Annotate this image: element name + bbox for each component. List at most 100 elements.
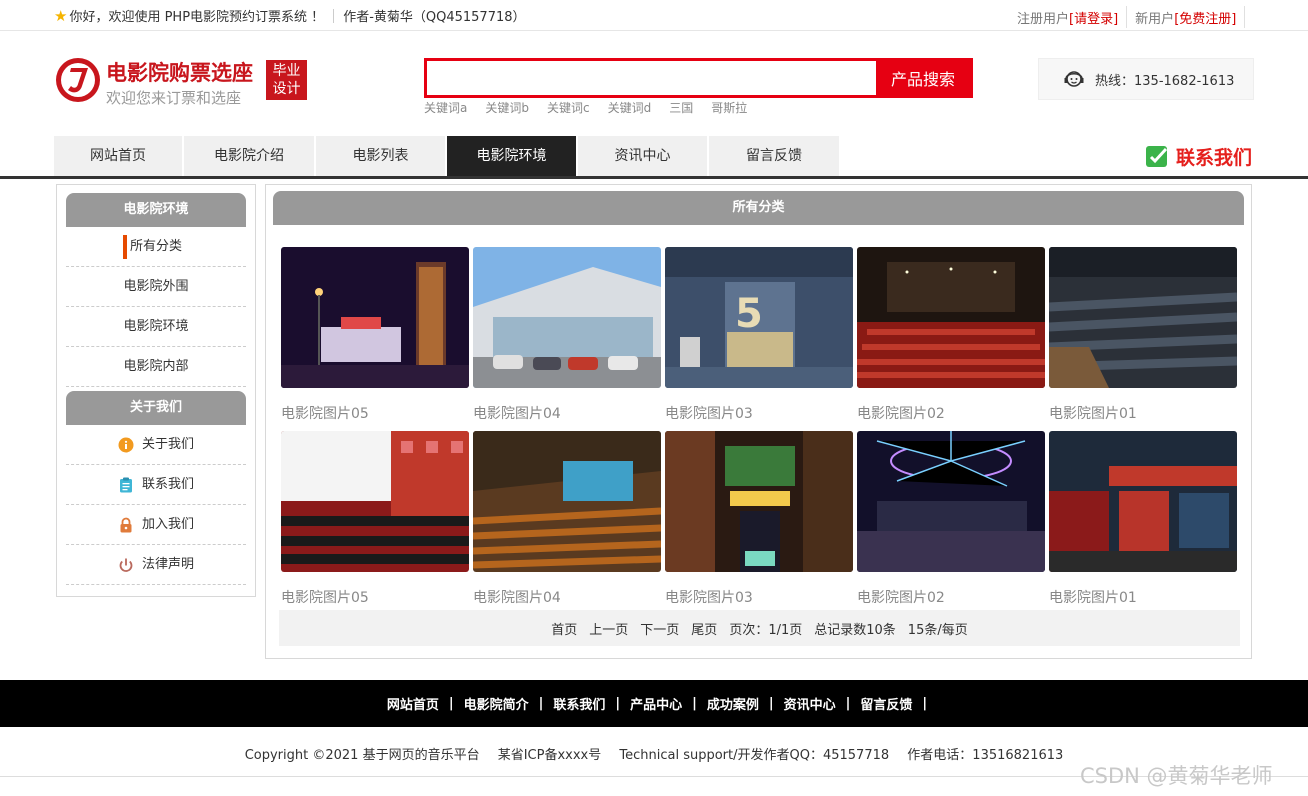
gallery-card[interactable]: 电影院图片01 [1049, 431, 1237, 607]
gallery-card[interactable]: 5 电影院图片03 [665, 247, 853, 423]
svg-text:5: 5 [735, 291, 763, 337]
keyword-link[interactable]: 关键词d [608, 99, 652, 116]
footer-link-home[interactable]: 网站首页 [387, 694, 439, 713]
search-box: 产品搜索 [424, 58, 973, 98]
lock-icon [120, 517, 132, 532]
icp-text: 某省ICP备xxxx号 [497, 748, 602, 763]
star-icon: ★ [54, 6, 68, 25]
search-input[interactable] [427, 61, 876, 95]
sidebar-item-environment[interactable]: 电影院环境 [66, 307, 246, 347]
pager-per-page: 15条/每页 [907, 622, 968, 638]
logo-badge: 毕业 设计 [266, 60, 307, 100]
footer-link-feedback[interactable]: 留言反馈 [860, 694, 912, 713]
register-link[interactable]: [免费注册] [1174, 8, 1236, 27]
clipboard-icon [119, 477, 132, 492]
divider [333, 8, 335, 23]
pager-next[interactable]: 下一页 [640, 619, 679, 638]
divider: | [615, 696, 621, 711]
gallery-card[interactable]: 电影院图片05 [281, 247, 469, 423]
watermark: CSDN @黄菊华老师 [1080, 764, 1273, 788]
footer-link-cases[interactable]: 成功案例 [707, 694, 759, 713]
gallery-thumbnail[interactable] [281, 247, 469, 388]
gallery-thumbnail[interactable] [665, 431, 853, 572]
headset-icon [1064, 71, 1084, 87]
gallery-thumbnail[interactable]: 5 [665, 247, 853, 388]
author-text: 作者-黄菊华（QQ45157718） [343, 10, 526, 25]
gallery-thumbnail[interactable] [1049, 247, 1237, 388]
support-text: Technical support/开发作者QQ：45157718 [619, 748, 890, 763]
keyword-link[interactable]: 关键词c [547, 99, 590, 116]
contact-us-link[interactable]: 联系我们 [1145, 143, 1252, 170]
sidebar-item-legal[interactable]: 法律声明 [66, 545, 246, 585]
sidebar-item-exterior[interactable]: 电影院外围 [66, 267, 246, 307]
sidebar-item-interior[interactable]: 电影院内部 [66, 347, 246, 387]
gallery-card[interactable]: 电影院图片02 [857, 431, 1045, 607]
hotline-box: 热线：135-1682-1613 [1038, 58, 1254, 100]
gallery-caption: 电影院图片04 [473, 406, 561, 422]
gallery-caption: 电影院图片03 [665, 590, 753, 606]
gallery-thumbnail[interactable] [281, 431, 469, 572]
sidebar-item-all-categories[interactable]: 所有分类 [66, 227, 246, 267]
divider [1244, 6, 1246, 28]
panel-heading: 所有分类 [273, 191, 1244, 225]
sidebar-heading: 关于我们 [66, 391, 246, 425]
gallery-card[interactable]: 电影院图片03 [665, 431, 853, 607]
phone-text: 作者电话：13516821613 [907, 748, 1064, 763]
nav-item-cinema-intro[interactable]: 电影院介绍 [184, 136, 316, 176]
login-link[interactable]: [请登录] [1069, 8, 1118, 27]
gallery-card[interactable]: 电影院图片01 [1049, 247, 1237, 423]
gallery-thumbnail[interactable] [1049, 431, 1237, 572]
keyword-link[interactable]: 三国 [669, 99, 693, 116]
sidebar-item-about[interactable]: 关于我们 [66, 425, 246, 465]
gallery-card[interactable]: 电影院图片02 [857, 247, 1045, 423]
badge-line-2: 设计 [272, 81, 301, 97]
new-user-label: 新用户 [1135, 11, 1175, 27]
nav-item-cinema-environment[interactable]: 电影院环境 [447, 136, 578, 176]
nav-item-feedback[interactable]: 留言反馈 [709, 136, 839, 176]
gallery-thumbnail[interactable] [473, 247, 661, 388]
footer-link-contact[interactable]: 联系我们 [553, 694, 605, 713]
site-logo[interactable]: 电影院购票选座 欢迎您来订票和选座 毕业 设计 [54, 56, 314, 107]
keyword-link[interactable]: 关键词a [424, 99, 467, 116]
gallery-caption: 电影院图片02 [857, 590, 945, 606]
keyword-link[interactable]: 关键词b [485, 99, 529, 116]
pagination: 首页 上一页 下一页 尾页 页次：1/1页 总记录数10条 15条/每页 [279, 610, 1240, 646]
gallery-card[interactable]: 电影院图片04 [473, 431, 661, 607]
pager-first[interactable]: 首页 [551, 619, 577, 638]
keyword-link[interactable]: 哥斯拉 [711, 99, 747, 116]
footer-link-products[interactable]: 产品中心 [630, 694, 682, 713]
sidebar-item-label: 法律声明 [141, 557, 194, 572]
gallery-card[interactable]: 电影院图片05 [281, 431, 469, 607]
nav-item-home[interactable]: 网站首页 [54, 136, 184, 176]
gallery-thumbnail[interactable] [473, 431, 661, 572]
search-button[interactable]: 产品搜索 [876, 61, 970, 95]
welcome-text: 你好，欢迎使用 PHP电影院预约订票系统 ！ [69, 10, 325, 25]
hot-keywords: 关键词a 关键词b 关键词c 关键词d 三国 哥斯拉 [424, 99, 747, 116]
hotline-text: 热线：135-1682-1613 [1095, 73, 1235, 89]
gallery-caption: 电影院图片02 [857, 406, 945, 422]
gallery-thumbnail[interactable] [857, 431, 1045, 572]
nav-item-news[interactable]: 资讯中心 [578, 136, 709, 176]
contact-us-label: 联系我们 [1176, 147, 1253, 169]
registered-user-label: 注册用户 [1017, 11, 1070, 27]
divider: | [768, 696, 774, 711]
sidebar-item-join[interactable]: 加入我们 [66, 505, 246, 545]
divider: | [922, 696, 928, 711]
nav-underline [0, 176, 1308, 179]
pager-prev[interactable]: 上一页 [589, 619, 628, 638]
divider: | [538, 696, 544, 711]
gallery-caption: 电影院图片05 [281, 406, 369, 422]
check-icon [1146, 146, 1168, 167]
gallery-thumbnail[interactable] [857, 247, 1045, 388]
nav-item-movie-list[interactable]: 电影列表 [316, 136, 447, 176]
gallery-caption: 电影院图片01 [1049, 406, 1137, 422]
gallery-card[interactable]: 电影院图片04 [473, 247, 661, 423]
sidebar-heading: 电影院环境 [66, 193, 246, 227]
welcome-area: ★ 你好，欢迎使用 PHP电影院预约订票系统 ！ 作者-黄菊华（QQ451577… [54, 6, 526, 26]
power-icon [119, 558, 133, 572]
footer-link-news[interactable]: 资讯中心 [784, 694, 836, 713]
pager-last[interactable]: 尾页 [691, 619, 717, 638]
footer-link-intro[interactable]: 电影院简介 [464, 694, 529, 713]
sidebar-item-label: 关于我们 [141, 437, 194, 452]
sidebar-item-contact[interactable]: 联系我们 [66, 465, 246, 505]
